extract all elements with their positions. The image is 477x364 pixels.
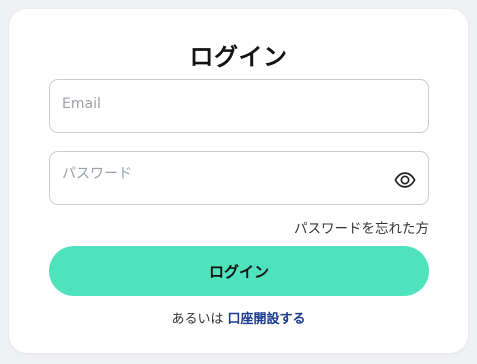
email-field[interactable] — [49, 79, 429, 133]
page-title: ログイン — [189, 43, 288, 71]
alternative-text: あるいは — [171, 312, 224, 327]
eye-icon[interactable] — [394, 169, 416, 191]
password-input[interactable] — [50, 152, 428, 204]
login-card: ログイン パスワードを忘れた方 ログイン あるいは口座開設する — [9, 9, 468, 353]
forgot-password-link[interactable]: パスワードを忘れた方 — [294, 217, 429, 237]
login-button[interactable]: ログイン — [49, 246, 429, 296]
email-input[interactable] — [50, 80, 428, 132]
password-field[interactable] — [49, 151, 429, 205]
signup-prompt: あるいは 口座開設する — [9, 308, 468, 327]
open-account-link[interactable]: 口座開設する — [228, 312, 306, 327]
